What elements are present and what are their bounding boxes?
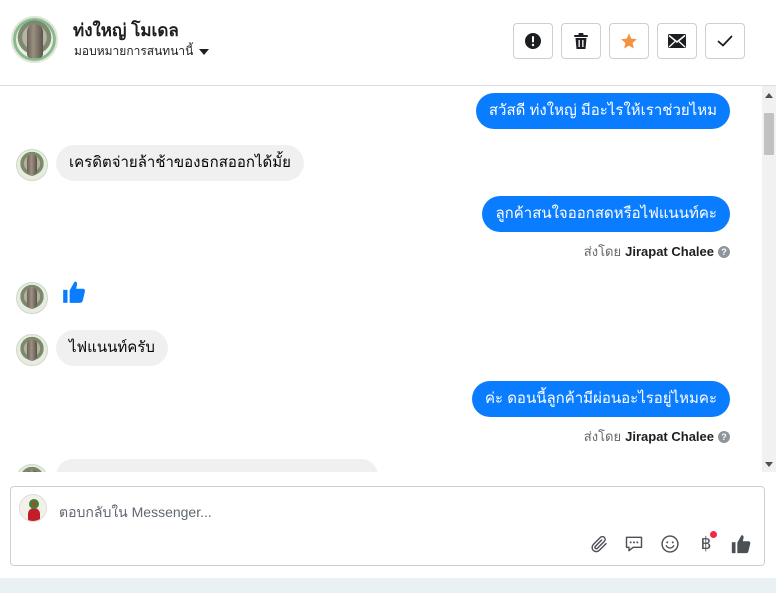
page-avatar <box>19 494 47 522</box>
trash-icon <box>574 33 588 49</box>
message-bubble-incoming: ไฟแนนท์ครับ <box>56 330 168 366</box>
message-thread[interactable]: สวัสดี ท่งใหญ่ มีอะไรให้เราช่วยไหม เครดิ… <box>0 86 762 472</box>
paperclip-icon <box>591 535 607 553</box>
contact-avatar-small <box>16 282 48 314</box>
thread-scrollbar[interactable] <box>762 86 776 472</box>
delete-button[interactable] <box>561 23 601 59</box>
reply-input[interactable]: ตอบกลับใน Messenger... <box>59 502 212 524</box>
scroll-up-arrow-icon[interactable] <box>765 93 773 98</box>
smiley-icon <box>661 535 679 553</box>
contact-avatar-small <box>16 334 48 366</box>
message-bubble-incoming-partial <box>56 459 378 472</box>
page-footer-strip <box>0 578 776 593</box>
attach-button[interactable] <box>588 533 610 555</box>
star-icon <box>621 33 637 49</box>
sent-by-prefix: ส่งโดย <box>583 244 622 259</box>
help-icon[interactable]: ? <box>718 245 730 258</box>
mark-done-button[interactable] <box>705 23 745 59</box>
mark-unread-button[interactable] <box>657 23 697 59</box>
reply-composer[interactable]: ตอบกลับใน Messenger... ฿ <box>10 486 765 566</box>
message-bubble-incoming: เครดิตจ่ายล้าช้าของธกสออกได้มั้ย <box>56 145 304 181</box>
message-bubble-outgoing: สวัสดี ท่งใหญ่ มีอะไรให้เราช่วยไหม <box>475 93 730 129</box>
help-icon[interactable]: ? <box>718 430 730 443</box>
message-bubble-outgoing: ค่ะ ดอนนี้ลูกค้ามีผ่อนอะไรอยู่ไหมคะ <box>471 381 730 417</box>
conversation-header: ท่งใหญ่ โมเดล มอบหมายการสนทนานี้ <box>0 0 776 86</box>
emoji-button[interactable] <box>659 533 681 555</box>
sent-by-name: Jirapat Chalee <box>625 244 714 259</box>
sent-by-prefix: ส่งโดย <box>583 429 622 444</box>
caret-down-icon <box>199 49 210 55</box>
contact-avatar[interactable] <box>11 16 58 63</box>
message-bubble-outgoing: ลูกค้าสนใจออกสดหรือไฟแนนท์คะ <box>482 196 730 232</box>
check-icon <box>717 35 733 47</box>
thumbs-up-icon <box>731 535 751 554</box>
scrollbar-thumb[interactable] <box>764 113 774 155</box>
star-button[interactable] <box>609 23 649 59</box>
sent-by-name: Jirapat Chalee <box>625 429 714 444</box>
contact-name[interactable]: ท่งใหญ่ โมเดล <box>73 17 179 44</box>
assign-conversation-dropdown[interactable]: มอบหมายการสนทนานี้ <box>74 42 210 61</box>
contact-avatar-small <box>16 464 48 472</box>
payment-button[interactable]: ฿ <box>695 531 717 555</box>
contact-avatar-small <box>16 149 48 181</box>
send-like-button[interactable] <box>730 533 752 555</box>
assign-label: มอบหมายการสนทนานี้ <box>74 44 194 58</box>
thumbs-up-icon <box>61 279 87 310</box>
baht-icon: ฿ <box>700 534 712 554</box>
exclamation-icon <box>525 33 541 49</box>
sent-by-label: ส่งโดย Jirapat Chalee ? <box>584 426 730 447</box>
report-button[interactable] <box>513 23 553 59</box>
scroll-down-arrow-icon[interactable] <box>765 462 773 467</box>
chat-bubble-icon <box>625 536 643 552</box>
notification-dot <box>710 531 717 538</box>
saved-replies-button[interactable] <box>623 533 645 555</box>
envelope-icon <box>668 34 686 48</box>
sent-by-label: ส่งโดย Jirapat Chalee ? <box>584 241 730 262</box>
